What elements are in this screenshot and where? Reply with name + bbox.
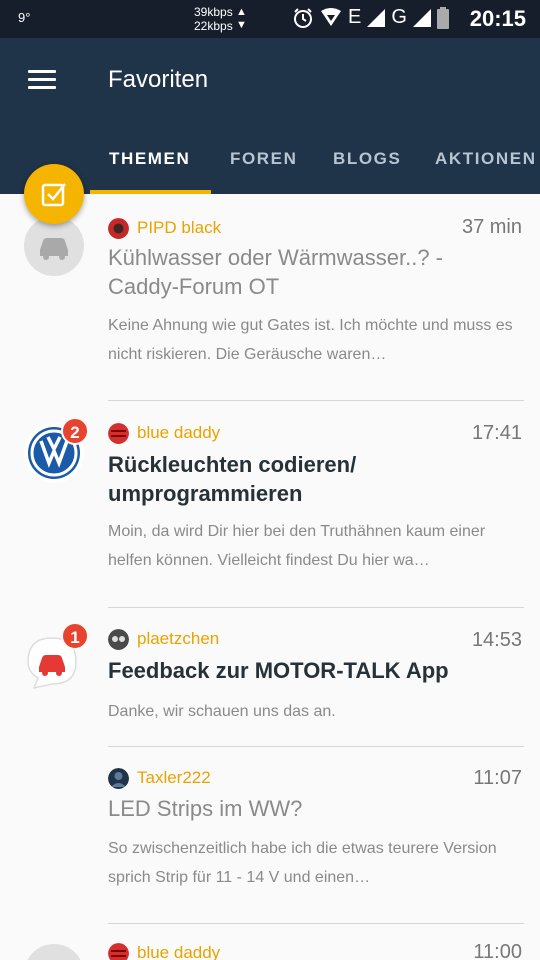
battery-icon [436, 6, 449, 29]
thread-title[interactable]: LED Strips im WW? [108, 794, 518, 823]
thread-title[interactable]: Kühlwasser oder Wärmwasser..? - Caddy-Fo… [108, 243, 518, 301]
thread-excerpt: Keine Ahnung wie gut Gates ist. Ich möch… [108, 317, 513, 363]
author-name[interactable]: blue daddy [137, 943, 220, 960]
thread-item[interactable]: 1 plaetzchen 14:53 Feedback zur MOTOR-TA… [0, 608, 540, 747]
unread-count-badge: 2 [61, 417, 89, 445]
tab-aktionen[interactable]: AKTIONEN [435, 136, 537, 194]
author-row: plaetzchen [108, 627, 219, 651]
thread-excerpt: Danke, wir schauen uns das an. [108, 703, 336, 720]
network-type-e-text: E [348, 6, 362, 28]
thread-item[interactable]: Taxler222 11:07 LED Strips im WW? So zwi… [0, 747, 540, 924]
unread-count-badge: 1 [61, 622, 89, 650]
network-speed: 39kbps 22kbps [194, 5, 233, 33]
upload-speed-text: 39kbps [194, 5, 233, 19]
car-icon [24, 216, 84, 276]
network-arrows-icon: ▲ ▼ [236, 6, 247, 31]
thread-title[interactable]: Feedback zur MOTOR-TALK App [108, 656, 518, 685]
thread-time: 14:53 [471, 629, 522, 651]
author-name[interactable]: Taxler222 [137, 768, 211, 788]
user-avatar-icon [108, 422, 129, 444]
signal-icon [367, 8, 386, 27]
status-bar: 9° 39kbps 22kbps ▲ ▼ E G 20:15 [0, 0, 540, 38]
user-avatar-icon [108, 217, 129, 239]
page-title: Favoriten [108, 66, 209, 93]
author-name[interactable]: blue daddy [137, 423, 220, 443]
thread-title[interactable]: Rückleuchten codieren/ umprogrammieren [108, 450, 518, 508]
signal-icon-2 [412, 8, 431, 27]
wifi-icon [321, 7, 341, 26]
thread-excerpt: So zwischenzeitlich habe ich die etwas t… [108, 840, 497, 886]
user-avatar-icon [108, 628, 129, 650]
status-icons: E G [292, 6, 449, 29]
download-speed-text: 22kbps [194, 19, 233, 33]
app-bar: Favoriten THEMEN FOREN BLOGS AKTIONEN [0, 38, 540, 194]
user-avatar-icon [108, 767, 129, 789]
user-avatar-icon [108, 942, 129, 960]
network-type-g-text: G [391, 6, 407, 28]
thread-time: 11:07 [473, 767, 522, 789]
fab-mark-read-button[interactable] [24, 164, 84, 224]
temperature-text: 9° [18, 10, 31, 25]
author-name[interactable]: plaetzchen [137, 629, 219, 649]
author-row: blue daddy [108, 421, 220, 445]
author-row: Taxler222 [108, 766, 211, 790]
author-name[interactable]: PIPD black [137, 218, 221, 238]
clock-text: 20:15 [469, 6, 526, 31]
checklist-icon [41, 183, 66, 207]
tab-blogs[interactable]: BLOGS [333, 136, 401, 194]
thread-time: 17:41 [471, 422, 522, 444]
car-icon [24, 944, 84, 960]
thread-list: PIPD black 37 min Kühlwasser oder Wärmwa… [0, 194, 540, 960]
thread-time: 11:00 [473, 941, 522, 960]
tab-foren[interactable]: FOREN [230, 136, 298, 194]
thread-item[interactable]: PIPD black 37 min Kühlwasser oder Wärmwa… [0, 194, 540, 401]
author-row: PIPD black [108, 216, 221, 240]
thread-excerpt: Moin, da wird Dir hier bei den Truthähne… [108, 523, 486, 569]
tab-themen[interactable]: THEMEN [109, 136, 190, 194]
thread-item[interactable]: 2 blue daddy 17:41 Rückleuchten codieren… [0, 401, 540, 608]
alarm-icon [294, 7, 312, 28]
thread-time: 37 min [461, 216, 522, 238]
hamburger-menu-icon[interactable] [28, 70, 56, 90]
author-row: blue daddy [108, 941, 220, 960]
thread-item[interactable]: blue daddy 11:00 [0, 924, 540, 960]
